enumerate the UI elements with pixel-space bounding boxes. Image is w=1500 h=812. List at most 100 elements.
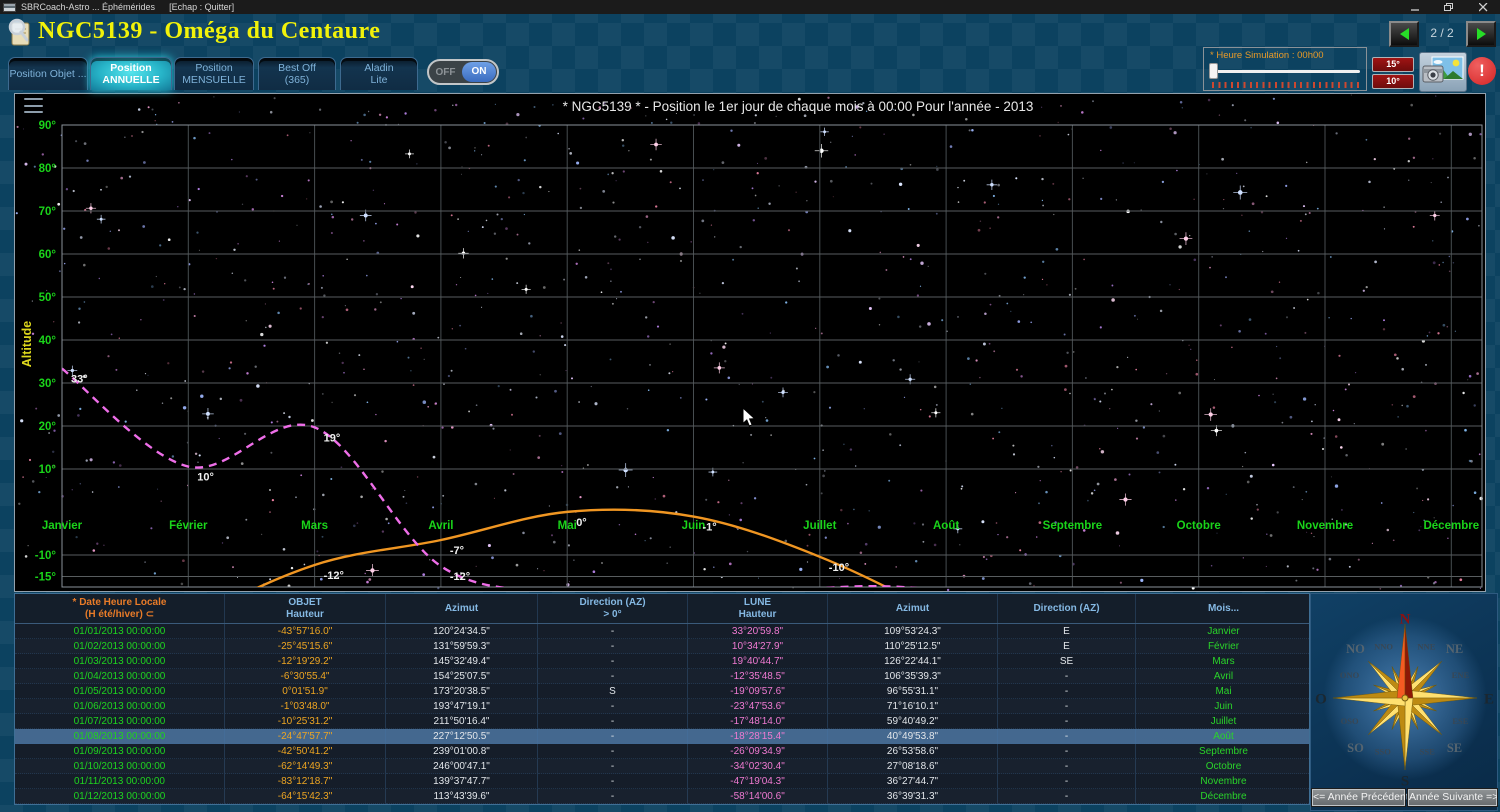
- simulation-time-label: * Heure Simulation : 00h00: [1210, 50, 1324, 61]
- tab-position[interactable]: Position ANNUELLE: [90, 57, 172, 90]
- page-title: NGC5139 - Oméga du Centaure: [38, 18, 381, 44]
- table-cell: SE: [998, 654, 1136, 669]
- table-cell: E: [998, 624, 1136, 639]
- table-cell: -: [998, 699, 1136, 714]
- svg-text:NNE: NNE: [1417, 641, 1435, 651]
- table-cell: Septembre: [1136, 744, 1311, 759]
- table-row[interactable]: 01/01/2013 00:00:00 -43°57'16.0" 120°24'34…: [15, 624, 1311, 639]
- table-cell: -: [538, 774, 688, 789]
- table-cell: 0°01'51.9": [225, 684, 386, 699]
- svg-text:NE: NE: [1446, 642, 1463, 656]
- table-cell: -: [998, 714, 1136, 729]
- column-header: Azimut: [386, 594, 538, 623]
- table-cell: 10°34'27.9": [688, 639, 828, 654]
- table-row[interactable]: 01/09/2013 00:00:00 -42°50'41.2" 239°01'00…: [15, 744, 1311, 759]
- table-cell: Novembre: [1136, 774, 1311, 789]
- svg-text:-10°: -10°: [35, 550, 57, 562]
- on-off-toggle[interactable]: OFF ON: [427, 59, 499, 85]
- table-cell: 71°16'10.1": [828, 699, 998, 714]
- magnifier-document-icon: [8, 18, 30, 46]
- table-cell: 01/01/2013 00:00:00: [15, 624, 225, 639]
- altitude-10deg-button[interactable]: 10°: [1372, 74, 1414, 89]
- svg-text:Mai: Mai: [558, 520, 577, 532]
- table-cell: Août: [1136, 729, 1311, 744]
- table-cell: 239°01'00.8": [386, 744, 538, 759]
- next-page-button[interactable]: [1466, 21, 1496, 47]
- tab-aladin[interactable]: Aladin Lite: [340, 57, 418, 90]
- table-cell: -: [998, 684, 1136, 699]
- restore-button[interactable]: [1432, 0, 1466, 14]
- svg-text:Août: Août: [933, 520, 959, 532]
- altitude-chart[interactable]: 90° 80° 70° 60° 50° 40° 30° 20° 10° -10° -15° Janvi…: [14, 93, 1486, 592]
- window-title: SBRCoach-Astro ... Éphémérides: [21, 2, 156, 12]
- prev-page-button[interactable]: [1389, 21, 1419, 47]
- table-row[interactable]: 01/02/2013 00:00:00 -25°45'15.6" 131°59'59…: [15, 639, 1311, 654]
- table-cell: -58°14'00.6": [688, 789, 828, 804]
- table-cell: -26°09'34.9": [688, 744, 828, 759]
- svg-text:NO: NO: [1346, 642, 1365, 656]
- svg-text:Octobre: Octobre: [1177, 520, 1221, 532]
- close-icon[interactable]: [1466, 0, 1500, 14]
- svg-text:SE: SE: [1447, 741, 1462, 755]
- table-row[interactable]: 01/12/2013 00:00:00 -64°15'42.3" 113°43'39…: [15, 789, 1311, 804]
- table-header-row: * Date Heure Locale (H été/hiver) ⊂ OBJET H…: [15, 594, 1309, 624]
- table-cell: -10°25'31.2": [225, 714, 386, 729]
- table-cell: 01/09/2013 00:00:00: [15, 744, 225, 759]
- table-cell: -34°02'30.4": [688, 759, 828, 774]
- table-cell: -47°19'04.3": [688, 774, 828, 789]
- table-cell: 59°40'49.2": [828, 714, 998, 729]
- column-header: Azimut: [828, 594, 998, 623]
- table-cell: 33°20'59.8": [688, 624, 828, 639]
- table-cell: Mai: [1136, 684, 1311, 699]
- table-row[interactable]: 01/05/2013 00:00:00 0°01'51.9" 173°20'38.5…: [15, 684, 1311, 699]
- svg-text:ESE: ESE: [1452, 716, 1468, 726]
- svg-text:NNO: NNO: [1374, 641, 1393, 651]
- table-body: 01/01/2013 00:00:00 -43°57'16.0" 120°24'34…: [15, 624, 1311, 804]
- svg-text:19°: 19°: [324, 432, 341, 444]
- minimize-button[interactable]: [1398, 0, 1432, 14]
- previous-year-button[interactable]: <= Année Précédente: [1311, 788, 1415, 807]
- tab-position[interactable]: Position MENSUELLE: [174, 57, 254, 90]
- toggle-off-label: OFF: [435, 66, 456, 78]
- svg-text:60°: 60°: [39, 249, 57, 261]
- table-row[interactable]: 01/03/2013 00:00:00 -12°19'29.2" 145°32'49…: [15, 654, 1311, 669]
- table-row[interactable]: 01/04/2013 00:00:00 -6°30'55.4" 154°25'07.…: [15, 669, 1311, 684]
- table-cell: -1°03'48.0": [225, 699, 386, 714]
- table-cell: -: [998, 774, 1136, 789]
- table-row[interactable]: 01/10/2013 00:00:00 -62°14'49.3" 246°00'47…: [15, 759, 1311, 774]
- altitude-15deg-button[interactable]: 15°: [1372, 57, 1414, 72]
- table-cell: Décembre: [1136, 789, 1311, 804]
- tab-best-off[interactable]: Best Off (365): [258, 57, 336, 90]
- tab-position-objet-[interactable]: Position Objet ...: [8, 57, 88, 90]
- slider-thumb[interactable]: [1209, 63, 1218, 79]
- table-cell: 227°12'50.5": [386, 729, 538, 744]
- table-cell: -: [538, 714, 688, 729]
- hamburger-menu-icon[interactable]: [24, 98, 43, 113]
- svg-text:SO: SO: [1347, 741, 1364, 755]
- next-year-button[interactable]: Année Suivante =>: [1407, 788, 1498, 807]
- table-cell: 109°53'24.3": [828, 624, 998, 639]
- table-cell: 36°27'44.7": [828, 774, 998, 789]
- table-row[interactable]: 01/11/2013 00:00:00 -83°12'18.7" 139°37'47…: [15, 774, 1311, 789]
- compass-rose-icon: N NNE NE ENE E ESE SE SSE S SSO SO OSO O ONO NO NNO: [1315, 611, 1494, 789]
- table-cell: 131°59'59.3": [386, 639, 538, 654]
- simulation-time-slider[interactable]: [1212, 70, 1360, 73]
- table-row[interactable]: 01/07/2013 00:00:00 -10°25'31.2" 211°50'16…: [15, 714, 1311, 729]
- alert-button[interactable]: !: [1468, 57, 1496, 85]
- table-cell: -43°57'16.0": [225, 624, 386, 639]
- table-cell: -25°45'15.6": [225, 639, 386, 654]
- table-cell: -: [998, 759, 1136, 774]
- svg-text:Altitude: Altitude: [20, 321, 34, 368]
- table-row[interactable]: 01/06/2013 00:00:00 -1°03'48.0" 193°47'19.…: [15, 699, 1311, 714]
- table-cell: 139°37'47.7": [386, 774, 538, 789]
- table-cell: 40°49'53.8": [828, 729, 998, 744]
- snapshot-button[interactable]: [1419, 52, 1467, 92]
- table-cell: -: [998, 729, 1136, 744]
- table-row[interactable]: 01/08/2013 00:00:00 -24°47'57.7" 227°12'50…: [15, 729, 1311, 744]
- table-cell: 01/11/2013 00:00:00: [15, 774, 225, 789]
- svg-text:-7°: -7°: [450, 545, 464, 557]
- table-cell: 19°40'44.7": [688, 654, 828, 669]
- table-cell: -17°48'14.0": [688, 714, 828, 729]
- svg-text:Février: Février: [169, 520, 208, 532]
- svg-text:Décembre: Décembre: [1423, 520, 1479, 532]
